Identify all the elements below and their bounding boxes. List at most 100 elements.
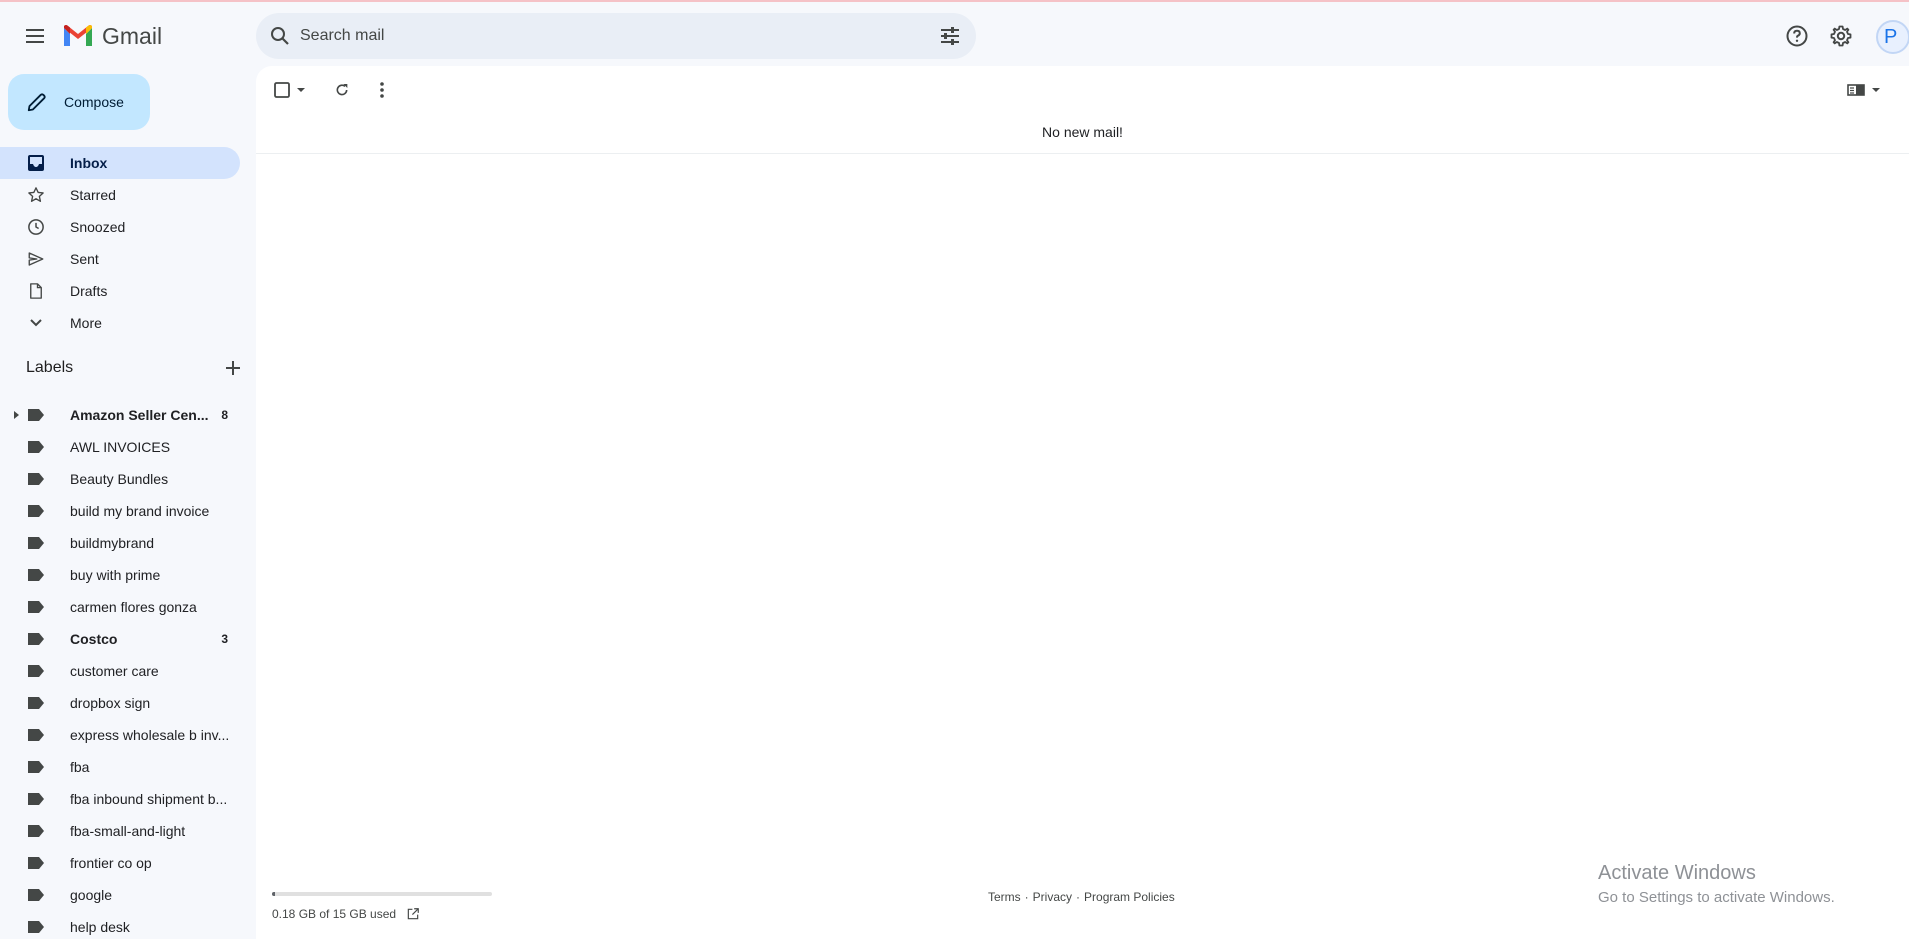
storage-text: 0.18 GB of 15 GB used: [272, 907, 397, 921]
compose-button[interactable]: Compose: [8, 74, 150, 130]
label-item[interactable]: google: [0, 879, 240, 911]
draft-icon: [26, 281, 46, 301]
program-policies-link[interactable]: Program Policies: [1084, 890, 1175, 904]
search-bar[interactable]: [256, 13, 976, 59]
empty-inbox-message: No new mail!: [1042, 124, 1123, 140]
label-tag-icon: [26, 757, 46, 777]
label-name: Costco: [70, 631, 118, 647]
label-item[interactable]: buy with prime: [0, 559, 240, 591]
watermark-subtitle: Go to Settings to activate Windows.: [1598, 889, 1835, 906]
label-name: buildmybrand: [70, 535, 155, 551]
label-item[interactable]: help desk: [0, 911, 240, 939]
nav-item-drafts[interactable]: Drafts: [0, 275, 240, 307]
label-name: fba-small-and-light: [70, 823, 186, 839]
list-divider: [256, 153, 1909, 154]
search-options-icon[interactable]: [938, 24, 962, 48]
gear-icon: [1830, 25, 1852, 47]
label-tag-icon: [26, 405, 46, 425]
privacy-link[interactable]: Privacy: [1033, 890, 1072, 904]
label-tag-icon: [26, 501, 46, 521]
split-pane-toggle[interactable]: [1842, 74, 1886, 106]
label-name: help desk: [70, 919, 130, 935]
label-item[interactable]: fba inbound shipment b...: [0, 783, 240, 815]
label-tag-icon: [26, 661, 46, 681]
label-item[interactable]: Costco 3: [0, 623, 240, 655]
checkbox-icon: [274, 82, 290, 98]
label-name: Beauty Bundles: [70, 471, 169, 487]
nav-item-snoozed[interactable]: Snoozed: [0, 211, 240, 243]
open-in-new-icon[interactable]: [406, 907, 420, 921]
label-tag-icon: [26, 533, 46, 553]
label-item[interactable]: express wholesale b inv...: [0, 719, 240, 751]
caret-down-icon: [297, 88, 305, 92]
expand-caret-icon[interactable]: [14, 411, 19, 419]
label-item[interactable]: build my brand invoice: [0, 495, 240, 527]
unread-count: 8: [221, 408, 228, 422]
activate-windows-watermark: Activate Windows Go to Settings to activ…: [1598, 862, 1835, 906]
header: Gmail P: [0, 2, 1909, 66]
terms-link[interactable]: Terms: [988, 890, 1021, 904]
label-name: fba inbound shipment b...: [70, 791, 228, 807]
label-tag-icon: [26, 789, 46, 809]
label-tag-icon: [26, 853, 46, 873]
label-tag-icon: [26, 437, 46, 457]
nav-label: Sent: [70, 251, 99, 267]
label-item[interactable]: fba-small-and-light: [0, 815, 240, 847]
main-menu-button[interactable]: [16, 16, 56, 56]
support-button[interactable]: [1777, 16, 1817, 56]
label-item[interactable]: carmen flores gonza: [0, 591, 240, 623]
label-item[interactable]: dropbox sign: [0, 687, 240, 719]
search-input[interactable]: [300, 13, 900, 59]
label-name: express wholesale b inv...: [70, 727, 230, 743]
footer-separator: ·: [1024, 890, 1029, 904]
settings-button[interactable]: [1821, 16, 1861, 56]
refresh-button[interactable]: [326, 74, 358, 106]
storage-bar: [272, 892, 492, 896]
gmail-logo[interactable]: Gmail: [62, 20, 162, 52]
label-tag-icon: [26, 725, 46, 745]
nav-item-sent[interactable]: Sent: [0, 243, 240, 275]
label-item[interactable]: Beauty Bundles: [0, 463, 240, 495]
avatar-letter: P: [1884, 25, 1898, 48]
gmail-m-icon: [64, 25, 92, 46]
app-name: Gmail: [102, 22, 163, 49]
sidebar: Compose Inbox Starred Snoozed Sent Draft…: [0, 66, 256, 939]
clock-icon: [26, 217, 46, 237]
split-pane-icon: [1847, 84, 1865, 96]
label-name: fba: [70, 759, 90, 775]
more-options-button[interactable]: [366, 74, 398, 106]
nav-label: Drafts: [70, 283, 108, 299]
label-name: build my brand invoice: [70, 503, 210, 519]
compose-label: Compose: [64, 94, 124, 110]
label-name: frontier co op: [70, 855, 152, 871]
account-avatar[interactable]: P: [1876, 20, 1909, 54]
label-name: carmen flores gonza: [70, 599, 197, 615]
hamburger-menu-icon: [26, 29, 44, 43]
footer-separator: ·: [1076, 890, 1081, 904]
label-item[interactable]: buildmybrand: [0, 527, 240, 559]
pencil-icon: [27, 93, 46, 112]
nav-item-inbox[interactable]: Inbox: [0, 147, 240, 179]
star-icon: [26, 185, 46, 205]
nav-item-starred[interactable]: Starred: [0, 179, 240, 211]
label-item[interactable]: frontier co op: [0, 847, 240, 879]
plus-icon[interactable]: [226, 361, 240, 375]
search-icon[interactable]: [268, 24, 292, 48]
nav-label: More: [70, 315, 102, 331]
inbox-icon: [26, 153, 46, 173]
label-item[interactable]: customer care: [0, 655, 240, 687]
labels-list: Amazon Seller Cen... 8 AWL INVOICES Beauty …: [0, 399, 240, 939]
label-tag-icon: [26, 917, 46, 937]
select-all-button[interactable]: [268, 74, 312, 106]
label-tag-icon: [26, 821, 46, 841]
label-item[interactable]: Amazon Seller Cen... 8: [0, 399, 240, 431]
watermark-title: Activate Windows: [1598, 862, 1756, 884]
mail-toolbar: [256, 66, 1909, 114]
label-item[interactable]: fba: [0, 751, 240, 783]
label-name: Amazon Seller Cen...: [70, 407, 209, 423]
nav-item-more[interactable]: More: [0, 307, 240, 339]
label-tag-icon: [26, 885, 46, 905]
label-tag-icon: [26, 469, 46, 489]
caret-down-icon: [1872, 88, 1880, 92]
label-item[interactable]: AWL INVOICES: [0, 431, 240, 463]
